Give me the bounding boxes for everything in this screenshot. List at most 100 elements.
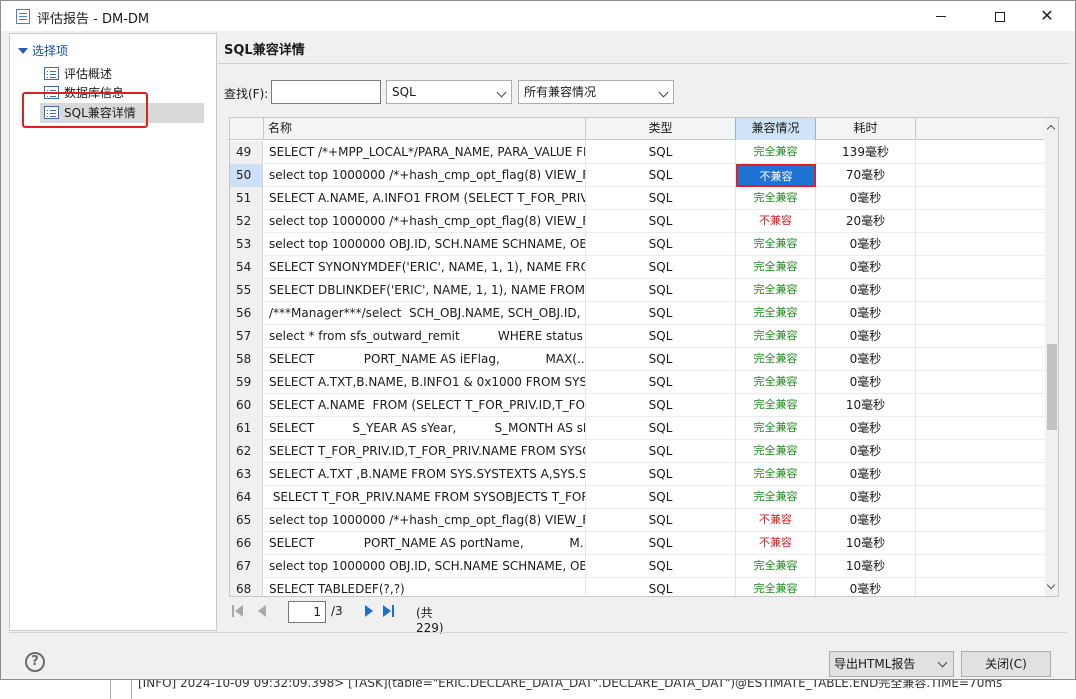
header-compat[interactable]: 兼容情况 bbox=[735, 118, 816, 140]
tree-root[interactable]: 选择项 bbox=[18, 42, 68, 59]
row-number: 54 bbox=[230, 256, 263, 279]
compat-status-cell: 完全兼容 bbox=[736, 394, 816, 417]
compat-status-cell: 完全兼容 bbox=[736, 486, 816, 509]
minimize-button[interactable] bbox=[918, 1, 964, 31]
prev-page-button[interactable] bbox=[256, 604, 270, 618]
first-page-arrow bbox=[235, 605, 243, 617]
last-page-button[interactable] bbox=[382, 604, 396, 618]
table-row[interactable]: 55 SELECT DBLINKDEF('ERIC', NAME, 1, 1), … bbox=[230, 279, 1045, 302]
row-number: 55 bbox=[230, 279, 263, 302]
elapsed-time-cell: 0毫秒 bbox=[816, 486, 916, 509]
report-window: 评估报告 - DM-DM ✕ 选择项 评估概述 数据库信息 SQL兼容详情 SQ… bbox=[0, 0, 1076, 680]
type-cell: SQL bbox=[586, 279, 736, 302]
table-row[interactable]: 52 select top 1000000 /*+hash_cmp_opt_fla… bbox=[230, 210, 1045, 233]
close-button[interactable]: 关闭(C) bbox=[961, 651, 1051, 677]
footer-divider bbox=[9, 632, 1067, 633]
compat-status-cell: 完全兼容 bbox=[736, 417, 816, 440]
chevron-down-icon bbox=[658, 87, 669, 98]
chevron-down-icon[interactable] bbox=[937, 657, 948, 668]
scroll-thumb[interactable] bbox=[1047, 344, 1057, 430]
elapsed-time-cell: 10毫秒 bbox=[816, 394, 916, 417]
sql-name-cell: SELECT TABLEDEF(?,?) bbox=[264, 578, 586, 596]
table-row[interactable]: 53 select top 1000000 OBJ.ID, SCH.NAME SC… bbox=[230, 233, 1045, 256]
header-type[interactable]: 类型 bbox=[586, 118, 736, 140]
row-number: 62 bbox=[230, 440, 263, 463]
find-input[interactable] bbox=[271, 80, 381, 104]
header-name[interactable]: 名称 bbox=[264, 118, 586, 140]
table-row[interactable]: 54 SELECT SYNONYMDEF('ERIC', NAME, 1, 1),… bbox=[230, 256, 1045, 279]
table-row[interactable]: 51 SELECT A.NAME, A.INFO1 FROM (SELECT T_… bbox=[230, 187, 1045, 210]
elapsed-time-cell: 0毫秒 bbox=[816, 463, 916, 486]
type-cell: SQL bbox=[586, 394, 736, 417]
last-page-arrow bbox=[383, 605, 391, 617]
row-number: 59 bbox=[230, 371, 263, 394]
divider bbox=[218, 63, 1069, 64]
type-cell: SQL bbox=[586, 187, 736, 210]
table-row[interactable]: 65 select top 1000000 /*+hash_cmp_opt_fla… bbox=[230, 509, 1045, 532]
type-cell: SQL bbox=[586, 417, 736, 440]
vertical-scrollbar[interactable] bbox=[1045, 118, 1058, 596]
type-filter-select[interactable]: SQL bbox=[386, 80, 512, 104]
compat-status-cell: 完全兼容 bbox=[736, 555, 816, 578]
export-html-report-button[interactable]: 导出HTML报告 bbox=[829, 651, 954, 677]
type-cell: SQL bbox=[586, 440, 736, 463]
find-label: 查找(F): bbox=[224, 87, 269, 101]
maximize-button[interactable] bbox=[977, 1, 1023, 31]
sql-name-cell: select top 1000000 OBJ.ID, SCH.NAME SCHN… bbox=[264, 555, 586, 578]
row-number: 49 bbox=[230, 141, 263, 164]
type-cell: SQL bbox=[586, 463, 736, 486]
type-cell: SQL bbox=[586, 486, 736, 509]
elapsed-time-cell: 0毫秒 bbox=[816, 417, 916, 440]
window-title: 评估报告 - DM-DM bbox=[37, 12, 150, 27]
table-row[interactable]: 56/***Manager***/select SCH_OBJ.NAME, SC… bbox=[230, 302, 1045, 325]
table-row[interactable]: 49 SELECT /*+MPP_LOCAL*/PARA_NAME, PARA_V… bbox=[230, 141, 1045, 164]
scroll-down-icon[interactable] bbox=[1046, 580, 1056, 590]
sql-compat-panel: SQL兼容详情 查找(F): SQL 所有兼容情况 名称 类型 兼容情况 耗时 … bbox=[218, 33, 1069, 635]
table-row[interactable]: 62 SELECT T_FOR_PRIV.ID,T_FOR_PRIV.NAME F… bbox=[230, 440, 1045, 463]
compat-status-cell: 完全兼容 bbox=[736, 141, 816, 164]
next-page-button[interactable] bbox=[362, 604, 376, 618]
type-cell: SQL bbox=[586, 210, 736, 233]
first-page-button[interactable] bbox=[232, 604, 246, 618]
annotation-highlight-box bbox=[22, 92, 148, 128]
close-window-button[interactable]: ✕ bbox=[1024, 1, 1070, 31]
scroll-up-icon[interactable] bbox=[1046, 124, 1056, 134]
type-cell: SQL bbox=[586, 532, 736, 555]
tree-item-overview[interactable]: 评估概述 bbox=[40, 64, 204, 84]
list-document-icon bbox=[44, 67, 59, 80]
elapsed-time-cell: 0毫秒 bbox=[816, 233, 916, 256]
log-gutter bbox=[110, 680, 132, 699]
help-icon[interactable]: ? bbox=[25, 652, 45, 672]
row-number: 56 bbox=[230, 302, 263, 325]
compat-status-cell: 完全兼容 bbox=[736, 371, 816, 394]
table-header: 名称 类型 兼容情况 耗时 bbox=[230, 118, 1045, 140]
table-row[interactable]: 59 SELECT A.TXT,B.NAME, B.INFO1 & 0x1000 … bbox=[230, 371, 1045, 394]
table-row[interactable]: 61 SELECT S_YEAR AS sYear, S_MONTH AS sM.… bbox=[230, 417, 1045, 440]
elapsed-time-cell: 0毫秒 bbox=[816, 371, 916, 394]
type-cell: SQL bbox=[586, 164, 736, 187]
sql-name-cell: SELECT PORT_NAME AS iEFlag, MAX(... bbox=[264, 348, 586, 371]
table-row[interactable]: 64 SELECT T_FOR_PRIV.NAME FROM SYSOBJECT… bbox=[230, 486, 1045, 509]
elapsed-time-cell: 10毫秒 bbox=[816, 532, 916, 555]
header-time[interactable]: 耗时 bbox=[816, 118, 916, 140]
compat-filter-select[interactable]: 所有兼容情况 bbox=[518, 80, 674, 104]
table-row[interactable]: 58 SELECT PORT_NAME AS iEFlag, MAX(... SQL… bbox=[230, 348, 1045, 371]
table-row[interactable]: 68 SELECT TABLEDEF(?,?) SQL 完全兼容 0毫秒 bbox=[230, 578, 1045, 596]
table-row[interactable]: 60 SELECT A.NAME FROM (SELECT T_FOR_PRIV.… bbox=[230, 394, 1045, 417]
table-row[interactable]: 57 select * from sfs_outward_remit WHERE … bbox=[230, 325, 1045, 348]
table-row[interactable]: 67 select top 1000000 OBJ.ID, SCH.NAME SC… bbox=[230, 555, 1045, 578]
title-bar: 评估报告 - DM-DM ✕ bbox=[1, 1, 1075, 31]
elapsed-time-cell: 70毫秒 bbox=[816, 164, 916, 187]
table-row[interactable]: 63 SELECT A.TXT ,B.NAME FROM SYS.SYSTEXTS… bbox=[230, 463, 1045, 486]
row-number: 57 bbox=[230, 325, 263, 348]
sql-name-cell: SELECT SYNONYMDEF('ERIC', NAME, 1, 1), N… bbox=[264, 256, 586, 279]
elapsed-time-cell: 0毫秒 bbox=[816, 509, 916, 532]
table-row[interactable]: 50 select top 1000000 /*+hash_cmp_opt_fla… bbox=[230, 164, 1045, 187]
page-number-input[interactable]: 1 bbox=[288, 601, 326, 623]
row-number: 58 bbox=[230, 348, 263, 371]
table-row[interactable]: 66 SELECT PORT_NAME AS portName, M... SQL 不… bbox=[230, 532, 1045, 555]
last-page-icon bbox=[392, 605, 394, 617]
header-row-number[interactable] bbox=[230, 118, 264, 140]
sql-name-cell: SELECT A.TXT ,B.NAME FROM SYS.SYSTEXTS A… bbox=[264, 463, 586, 486]
compat-status-cell: 完全兼容 bbox=[736, 463, 816, 486]
